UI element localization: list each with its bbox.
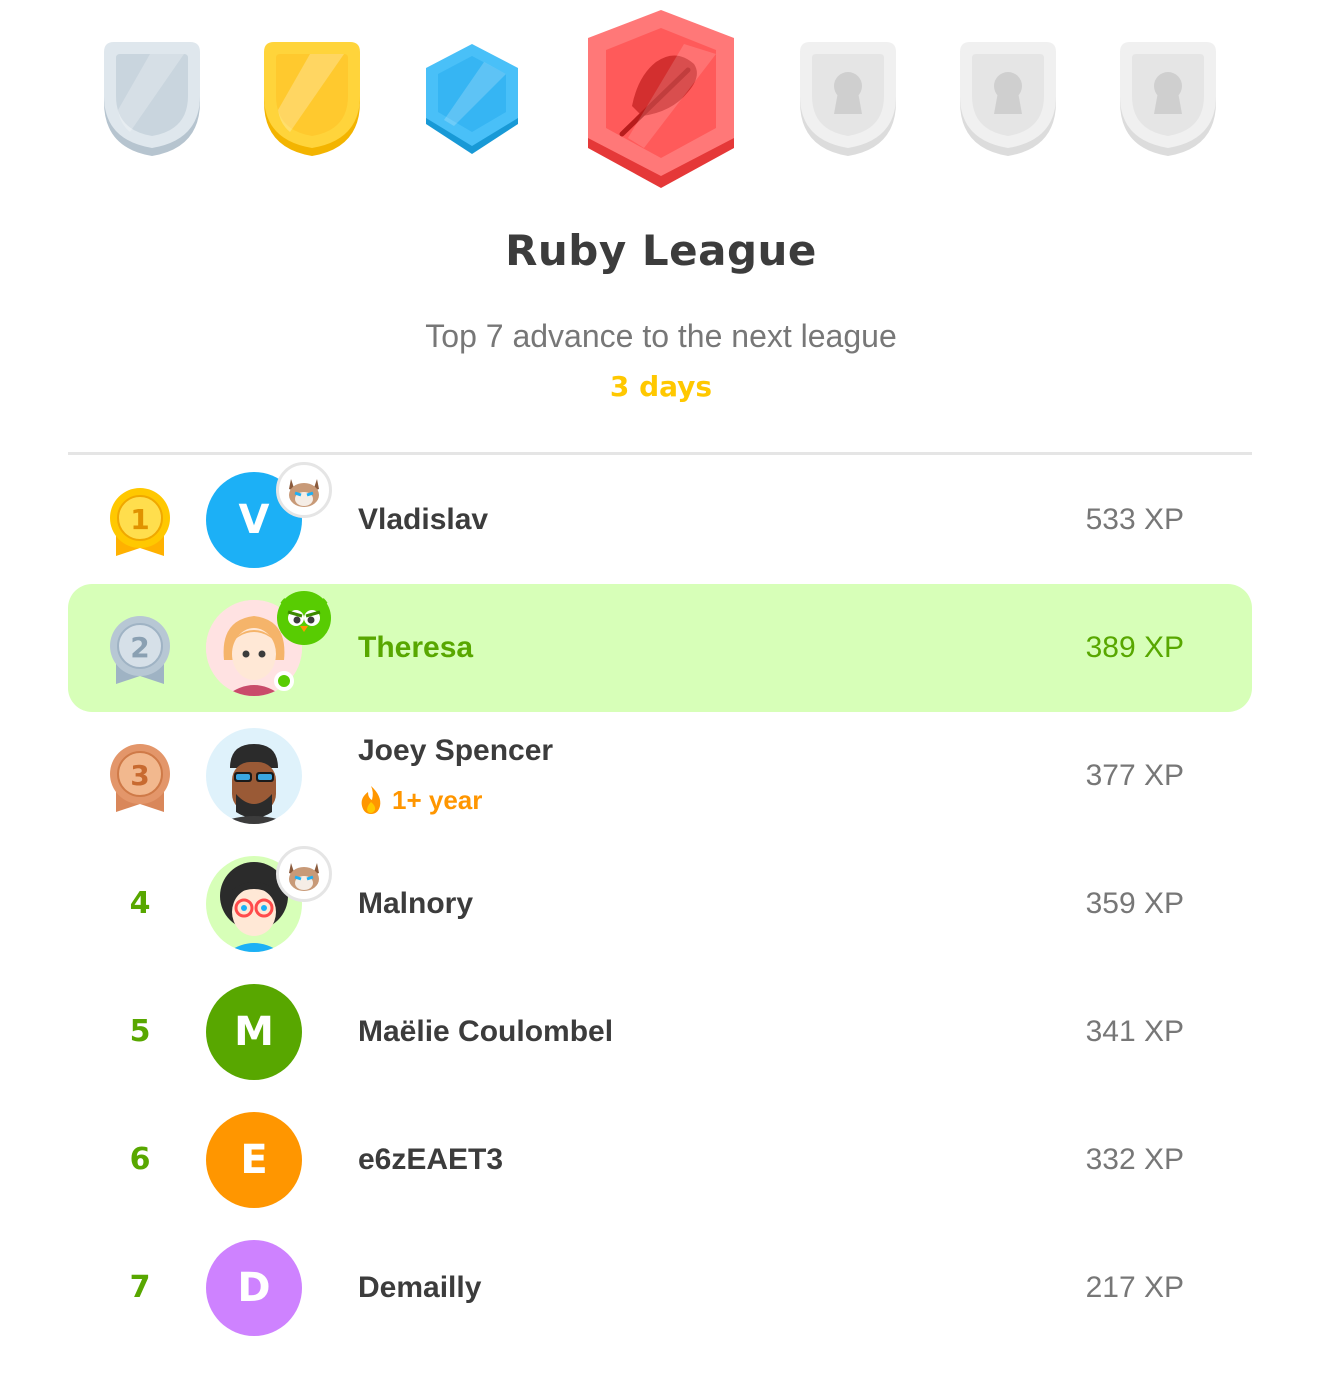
online-indicator	[274, 671, 294, 691]
streak-label: 1+ year	[358, 784, 482, 816]
svg-text:3: 3	[130, 759, 149, 792]
user-name[interactable]: Vladislav	[358, 456, 488, 584]
leaderboard-row[interactable]: 3 Joey Spencer 1+ year 377 XP	[68, 712, 1252, 840]
user-name[interactable]: Maëlie Coulombel	[358, 968, 613, 1096]
league-subtitle: Top 7 advance to the next league	[425, 318, 897, 354]
leaderboard-row[interactable]: 5 M Maëlie Coulombel 341 XP	[68, 968, 1252, 1096]
leaderboard-row[interactable]: 1 V Vladislav 533 XP	[68, 456, 1252, 584]
lock-icon	[1154, 72, 1182, 114]
rank-number: 4	[129, 886, 151, 921]
ruby-league-badge[interactable]	[584, 8, 738, 190]
leaderboard-row[interactable]: 7 D Demailly 217 XP	[68, 1224, 1252, 1352]
user-name[interactable]: Theresa	[358, 584, 473, 712]
user-xp: 217 XP	[1085, 1271, 1184, 1304]
flame-icon	[361, 786, 381, 814]
silver-league-badge[interactable]	[100, 40, 204, 158]
owl-icon	[276, 590, 332, 646]
locked-league-badge-1[interactable]	[796, 40, 900, 158]
league-title: Ruby League	[505, 226, 817, 275]
svg-text:1: 1	[130, 503, 149, 536]
leaderboard-row[interactable]: 4 Malnory 359 XP	[68, 840, 1252, 968]
rank-number: 6	[129, 1142, 151, 1177]
user-xp: 341 XP	[1085, 1015, 1184, 1048]
lock-icon	[834, 72, 862, 114]
silver-medal-icon: 2	[108, 614, 172, 690]
locked-league-badge-2[interactable]	[956, 40, 1060, 158]
league-badges	[0, 0, 1322, 200]
man-with-sunglasses-avatar[interactable]	[206, 728, 302, 824]
leaderboard-row-current-user[interactable]: 2 Theresa 389 XP	[68, 584, 1252, 712]
gold-league-badge[interactable]	[260, 40, 364, 158]
lock-icon	[994, 72, 1022, 114]
user-name[interactable]: Joey Spencer	[358, 734, 553, 768]
bronze-medal-icon: 3	[108, 742, 172, 818]
user-name[interactable]: e6zEAET3	[358, 1096, 503, 1224]
leaderboard-row[interactable]: 6 E e6zEAET3 332 XP	[68, 1096, 1252, 1224]
avatar[interactable]: D	[206, 1240, 302, 1336]
gold-medal-icon: 1	[108, 486, 172, 562]
locked-league-badge-3[interactable]	[1116, 40, 1220, 158]
user-name[interactable]: Malnory	[358, 840, 473, 968]
divider	[68, 452, 1252, 455]
cat-icon	[276, 846, 332, 902]
rank-number: 7	[129, 1270, 151, 1305]
user-xp: 332 XP	[1085, 1143, 1184, 1176]
avatar[interactable]: E	[206, 1112, 302, 1208]
avatar[interactable]: M	[206, 984, 302, 1080]
user-xp: 359 XP	[1085, 887, 1184, 920]
streak-text: 1+ year	[392, 784, 483, 815]
rank-number: 5	[129, 1014, 151, 1049]
user-xp: 377 XP	[1085, 759, 1184, 792]
user-xp: 533 XP	[1085, 503, 1184, 536]
user-xp: 389 XP	[1085, 631, 1184, 664]
time-left: 3 days	[609, 370, 713, 403]
user-name[interactable]: Demailly	[358, 1224, 481, 1352]
sapphire-league-badge[interactable]	[422, 42, 522, 158]
svg-text:2: 2	[130, 631, 149, 664]
cat-icon	[276, 462, 332, 518]
